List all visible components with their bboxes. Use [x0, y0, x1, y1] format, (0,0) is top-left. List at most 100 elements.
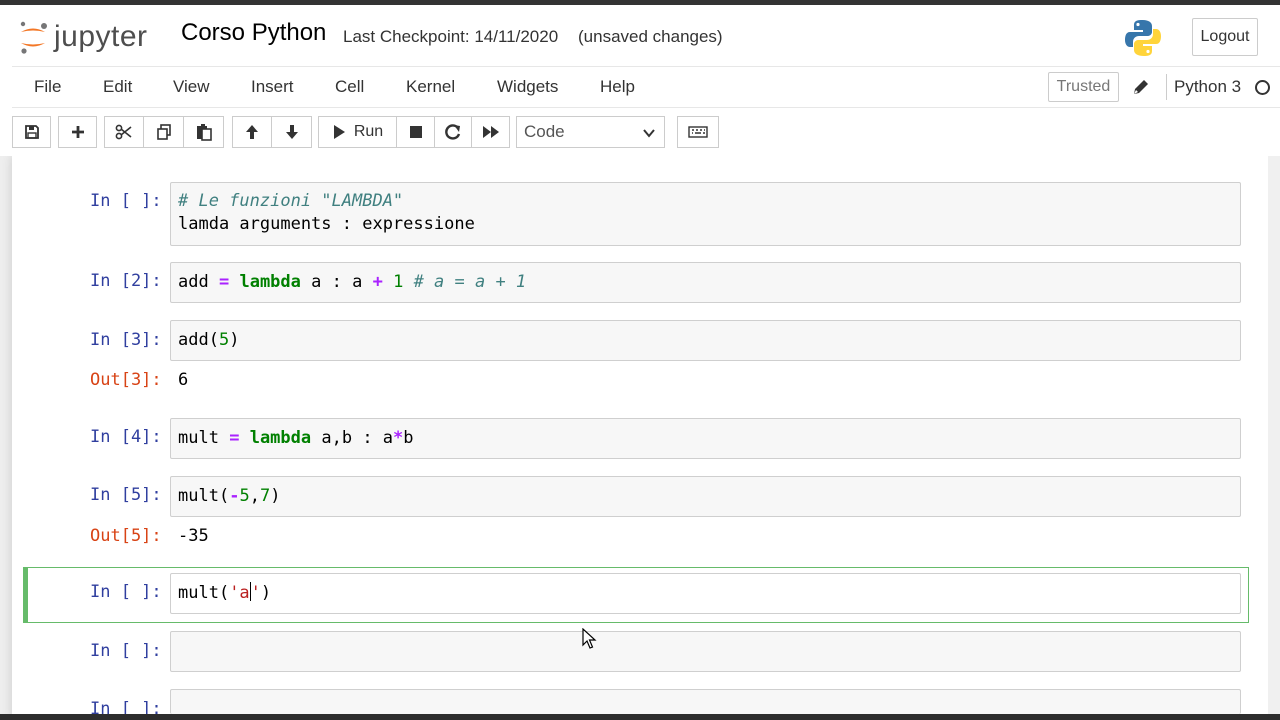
menu-kernel[interactable]: Kernel: [406, 77, 455, 97]
run-button[interactable]: Run: [318, 116, 397, 148]
notebook-scrollbar[interactable]: [1268, 156, 1280, 720]
code-cell-input[interactable]: mult = lambda a,b : a*b: [170, 418, 1241, 459]
move-up-button[interactable]: [232, 116, 272, 148]
mouse-pointer-icon: [582, 627, 598, 655]
code-keyword: lambda: [239, 272, 301, 292]
code-number: 5: [218, 330, 230, 350]
arrow-down-icon: [285, 125, 298, 139]
code-comment: # Le funzioni "LAMBDA": [178, 191, 404, 211]
code-line: mult = lambda a,b : a*b: [178, 427, 414, 450]
logout-button[interactable]: Logout: [1192, 18, 1258, 56]
cut-icon: [115, 124, 132, 140]
code-cell-input[interactable]: mult(-5,7): [170, 476, 1241, 517]
cell-prompt: In [2]:: [90, 271, 162, 291]
code-line: add(5): [178, 329, 239, 352]
move-down-button[interactable]: [271, 116, 312, 148]
insert-cell-button[interactable]: [58, 116, 97, 148]
code-operator: =: [218, 272, 230, 292]
cell-type-select[interactable]: Code: [516, 116, 665, 148]
cell-prompt: In [3]:: [90, 330, 162, 350]
jupyter-logo-text: jupyter: [54, 20, 148, 53]
code-cell-input[interactable]: # Le funzioni "LAMBDA" lamda arguments :…: [170, 182, 1241, 246]
code-token: ): [260, 583, 272, 603]
code-token: a : a: [311, 272, 363, 292]
save-button[interactable]: [12, 116, 51, 148]
output-prompt: Out[3]:: [90, 370, 162, 390]
edit-pencil-icon[interactable]: [1131, 77, 1151, 97]
code-operator: +: [372, 272, 383, 292]
code-cell-input[interactable]: add = lambda a : a + 1 # a = a + 1: [170, 262, 1241, 303]
restart-kernel-button[interactable]: [434, 116, 472, 148]
last-checkpoint: Last Checkpoint: 14/11/2020: [343, 27, 559, 46]
kernel-name[interactable]: Python 3: [1174, 77, 1241, 97]
cell-prompt: In [4]:: [90, 427, 162, 447]
code-cell-input[interactable]: [170, 689, 1241, 714]
plus-icon: [71, 126, 84, 138]
code-number: 7: [259, 486, 271, 506]
arrow-up-icon: [246, 125, 258, 139]
stop-icon: [409, 126, 422, 138]
code-line: add = lambda a : a + 1 # a = a + 1: [178, 271, 526, 294]
code-token: mult: [178, 428, 219, 448]
output-prompt: Out[5]:: [90, 526, 162, 546]
menu-insert[interactable]: Insert: [251, 77, 294, 97]
notebook-title[interactable]: Corso Python: [181, 19, 326, 47]
code-line: lamda arguments : expressione: [178, 214, 475, 234]
cell-prompt: In [ ]:: [90, 641, 162, 661]
code-keyword: lambda: [249, 428, 312, 448]
notebook-header: jupyter Corso Python Last Checkpoint: 14…: [0, 5, 1280, 65]
kernel-idle-indicator: [1255, 80, 1270, 95]
code-cell-input[interactable]: add(5): [170, 320, 1241, 361]
menu-widgets[interactable]: Widgets: [497, 77, 558, 97]
interrupt-kernel-button[interactable]: [396, 116, 435, 148]
cut-button[interactable]: [104, 116, 144, 148]
trusted-button[interactable]: Trusted: [1048, 72, 1119, 102]
python-logo-icon: [1122, 17, 1164, 59]
edit-mode-indicator: [23, 567, 28, 623]
code-comment: # a = a + 1: [413, 272, 527, 292]
code-cell-input-active[interactable]: mult('a'): [170, 573, 1241, 614]
restart-run-all-button[interactable]: [471, 116, 510, 148]
jupyter-logo[interactable]: jupyter: [18, 17, 148, 57]
code-line: mult('a'): [178, 582, 271, 605]
copy-button[interactable]: [143, 116, 184, 148]
menu-file[interactable]: File: [34, 77, 61, 97]
restart-icon: [445, 124, 461, 140]
code-token: add: [178, 272, 209, 292]
cell-output: 6: [178, 370, 189, 390]
cell-prompt: In [ ]:: [90, 582, 162, 602]
paste-button[interactable]: [183, 116, 224, 148]
copy-icon: [156, 124, 171, 140]
code-string: 'a: [229, 583, 250, 603]
cell-prompt: In [5]:: [90, 485, 162, 505]
menu-view[interactable]: View: [173, 77, 210, 97]
autosave-status: (unsaved changes): [578, 27, 723, 46]
menu-help[interactable]: Help: [600, 77, 635, 97]
code-token: ): [229, 330, 240, 350]
save-icon: [24, 125, 39, 139]
fast-forward-icon: [482, 126, 499, 138]
menu-edit[interactable]: Edit: [103, 77, 132, 97]
code-token: add(: [178, 330, 219, 350]
cell-output: -35: [178, 526, 209, 546]
run-icon: [333, 125, 345, 139]
cell-prompt: In [ ]:: [90, 191, 162, 211]
code-line: mult(-5,7): [178, 485, 280, 508]
code-token: mult(: [178, 583, 230, 603]
paste-icon: [196, 124, 212, 141]
menu-cell[interactable]: Cell: [335, 77, 364, 97]
command-palette-button[interactable]: [677, 116, 719, 148]
kernel-separator: [1166, 74, 1167, 100]
code-token: mult(: [178, 486, 230, 506]
code-token: b: [403, 428, 414, 448]
code-token: a,b : a: [321, 428, 394, 448]
menu-bar: File Edit View Insert Cell Kernel Widget…: [12, 66, 1280, 108]
keyboard-icon: [688, 126, 708, 138]
code-operator: -: [229, 486, 240, 506]
code-token: ,: [249, 486, 260, 506]
code-number: 5: [239, 486, 250, 506]
chevron-down-icon: [643, 129, 655, 138]
code-cell-input[interactable]: [170, 631, 1241, 672]
code-token: ): [270, 486, 281, 506]
cell-type-value: Code: [524, 122, 565, 141]
